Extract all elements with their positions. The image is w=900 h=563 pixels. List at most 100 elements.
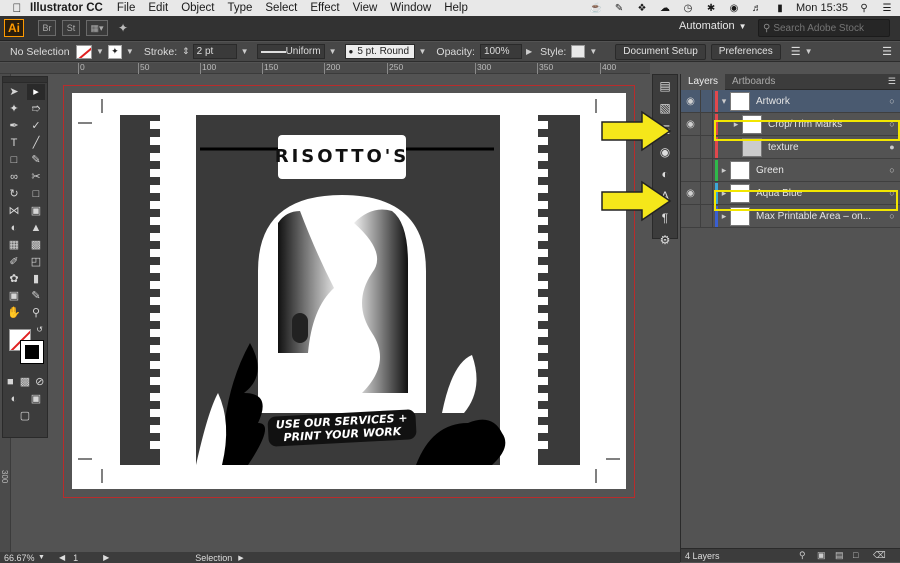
chevron-down-icon[interactable]: ▼	[241, 47, 249, 56]
new-layer-icon[interactable]: □	[853, 551, 862, 560]
expand-chevron-icon[interactable]: ▾	[718, 96, 730, 107]
menu-object[interactable]: Object	[181, 2, 214, 14]
locate-object-icon[interactable]: ⚲	[799, 551, 808, 560]
scale-tool-icon[interactable]: □	[27, 186, 45, 202]
graphic-style-swatch[interactable]	[571, 45, 586, 58]
paintbrush-tool-icon[interactable]: ✎	[27, 152, 45, 168]
stroke-weight-field[interactable]: 2 pt	[192, 44, 237, 59]
draw-inside-icon[interactable]: ▣	[27, 391, 45, 407]
wifi-icon[interactable]: ◉	[727, 2, 741, 14]
width-tool-icon[interactable]: ⋈	[5, 203, 23, 219]
menu-help[interactable]: Help	[444, 2, 468, 14]
lock-toggle[interactable]	[701, 158, 713, 182]
layer-row-green[interactable]: ▸ Green ○	[681, 158, 900, 182]
symbol-sprayer-tool-icon[interactable]: ✿	[5, 271, 23, 287]
clipping-mask-icon[interactable]: ▣	[817, 551, 826, 560]
fill-swatch[interactable]	[76, 44, 92, 59]
menu-select[interactable]: Select	[265, 2, 297, 14]
zoom-tool-icon[interactable]: ⚲	[27, 305, 45, 321]
lock-toggle[interactable]	[701, 112, 713, 136]
pen-icon[interactable]: ✎	[612, 2, 626, 14]
eye-icon[interactable]	[681, 204, 701, 228]
bridge-button[interactable]: Br	[38, 20, 56, 36]
color-mode-icon[interactable]: ■	[3, 374, 18, 390]
creative-cloud-icon[interactable]: ☁	[658, 2, 672, 14]
menu-effect[interactable]: Effect	[310, 2, 339, 14]
tab-artboards[interactable]: Artboards	[725, 74, 782, 90]
apple-icon[interactable]: 	[10, 1, 24, 15]
menu-type[interactable]: Type	[227, 2, 252, 14]
chevron-down-icon[interactable]: ▼	[38, 554, 45, 561]
chevron-down-icon[interactable]: ▼	[589, 47, 597, 56]
workspace-switcher[interactable]: Automation ▼	[679, 20, 747, 32]
align-icon[interactable]: ☰	[791, 45, 801, 58]
gpu-performance-icon[interactable]: ✦	[118, 21, 128, 35]
shaper-tool-icon[interactable]: ∞	[5, 169, 23, 185]
clock[interactable]: Mon 15:35	[796, 2, 848, 14]
battery-icon[interactable]: ▮	[773, 2, 787, 14]
rotate-tool-icon[interactable]: ↻	[5, 186, 23, 202]
volume-icon[interactable]: ♬	[750, 2, 764, 14]
stock-search-input[interactable]	[773, 22, 884, 34]
screen-mode-icon[interactable]: ▢	[16, 408, 34, 424]
fill-stroke-widget[interactable]: ↺	[5, 325, 45, 369]
type-tool-icon[interactable]: T	[5, 135, 23, 151]
artboard[interactable]: RISOTTO'S USE OUR SERVICES + PRINT YOUR …	[72, 93, 626, 489]
chevron-down-icon[interactable]: ▼	[419, 47, 427, 56]
coffee-icon[interactable]: ☕	[589, 2, 603, 14]
stock-button[interactable]: St	[62, 20, 80, 36]
rectangle-tool-icon[interactable]: □	[5, 152, 23, 168]
selection-tool-icon[interactable]: ➤	[5, 84, 23, 100]
variable-width-profile[interactable]: Uniform	[256, 44, 325, 59]
layer-row-artwork[interactable]: ◉ ▾ Artwork ○	[681, 89, 900, 113]
zoom-level[interactable]: 66.67%	[4, 553, 38, 563]
eye-icon[interactable]: ◉	[681, 89, 701, 113]
chevron-down-icon[interactable]: ▼	[126, 47, 134, 56]
hand-tool-icon[interactable]: ✋	[5, 305, 23, 321]
artboard-tool-icon[interactable]: ▣	[5, 288, 23, 304]
scissors-tool-icon[interactable]: ✂	[27, 169, 45, 185]
next-artboard-icon[interactable]: ▶	[103, 553, 109, 562]
eye-icon[interactable]	[681, 135, 701, 159]
tab-layers[interactable]: Layers	[681, 73, 726, 90]
column-graph-tool-icon[interactable]: ▮	[27, 271, 45, 287]
menu-window[interactable]: Window	[390, 2, 431, 14]
chevron-down-icon[interactable]: ▼	[329, 47, 337, 56]
expand-chevron-icon[interactable]: ▸	[718, 211, 730, 222]
curvature-tool-icon[interactable]: ✓	[27, 118, 45, 134]
free-transform-tool-icon[interactable]: ▣	[27, 203, 45, 219]
panel-menu-icon[interactable]: ☰	[888, 76, 896, 87]
new-sublayer-icon[interactable]: ▤	[835, 551, 844, 560]
draw-mode-icon[interactable]: ◐	[5, 391, 23, 407]
arrange-documents-button[interactable]: ▦▾	[86, 20, 108, 36]
notification-center-icon[interactable]: ☰	[880, 2, 894, 14]
target-icon[interactable]: ●	[884, 142, 900, 152]
slice-tool-icon[interactable]: ✎	[27, 288, 45, 304]
stroke-swatch-icon[interactable]: ✦	[107, 44, 122, 59]
eye-icon[interactable]: ◉	[681, 181, 701, 205]
prev-artboard-icon[interactable]: ◀	[59, 553, 65, 562]
stock-search[interactable]: ⚲	[758, 19, 890, 37]
lock-toggle[interactable]	[701, 181, 713, 205]
shape-builder-tool-icon[interactable]: ◐	[5, 220, 23, 236]
eye-icon[interactable]: ◉	[681, 112, 701, 136]
swap-fill-stroke-icon[interactable]: ↺	[36, 325, 43, 334]
stroke-color-box[interactable]	[20, 340, 44, 364]
lock-toggle[interactable]	[701, 135, 713, 159]
target-icon[interactable]: ○	[884, 165, 900, 175]
menu-file[interactable]: File	[117, 2, 136, 14]
time-machine-icon[interactable]: ◷	[681, 2, 695, 14]
mesh-tool-icon[interactable]: ▦	[5, 237, 23, 253]
trash-icon[interactable]: ⌫	[873, 551, 886, 560]
spotlight-icon[interactable]: ⚲	[857, 2, 871, 14]
target-icon[interactable]: ○	[884, 96, 900, 106]
gradient-tool-icon[interactable]: ▩	[27, 237, 45, 253]
artboard-number[interactable]: 1	[73, 553, 103, 563]
direct-selection-tool-icon[interactable]: ▸	[27, 83, 45, 100]
dropbox-icon[interactable]: ❖	[635, 2, 649, 14]
lock-toggle[interactable]	[701, 204, 713, 228]
properties-panel-icon[interactable]: ▤	[653, 75, 677, 97]
eyedropper-tool-icon[interactable]: ✐	[5, 254, 23, 270]
chevron-right-icon[interactable]: ▶	[238, 554, 243, 562]
brush-definition[interactable]: ● 5 pt. Round	[344, 44, 415, 59]
